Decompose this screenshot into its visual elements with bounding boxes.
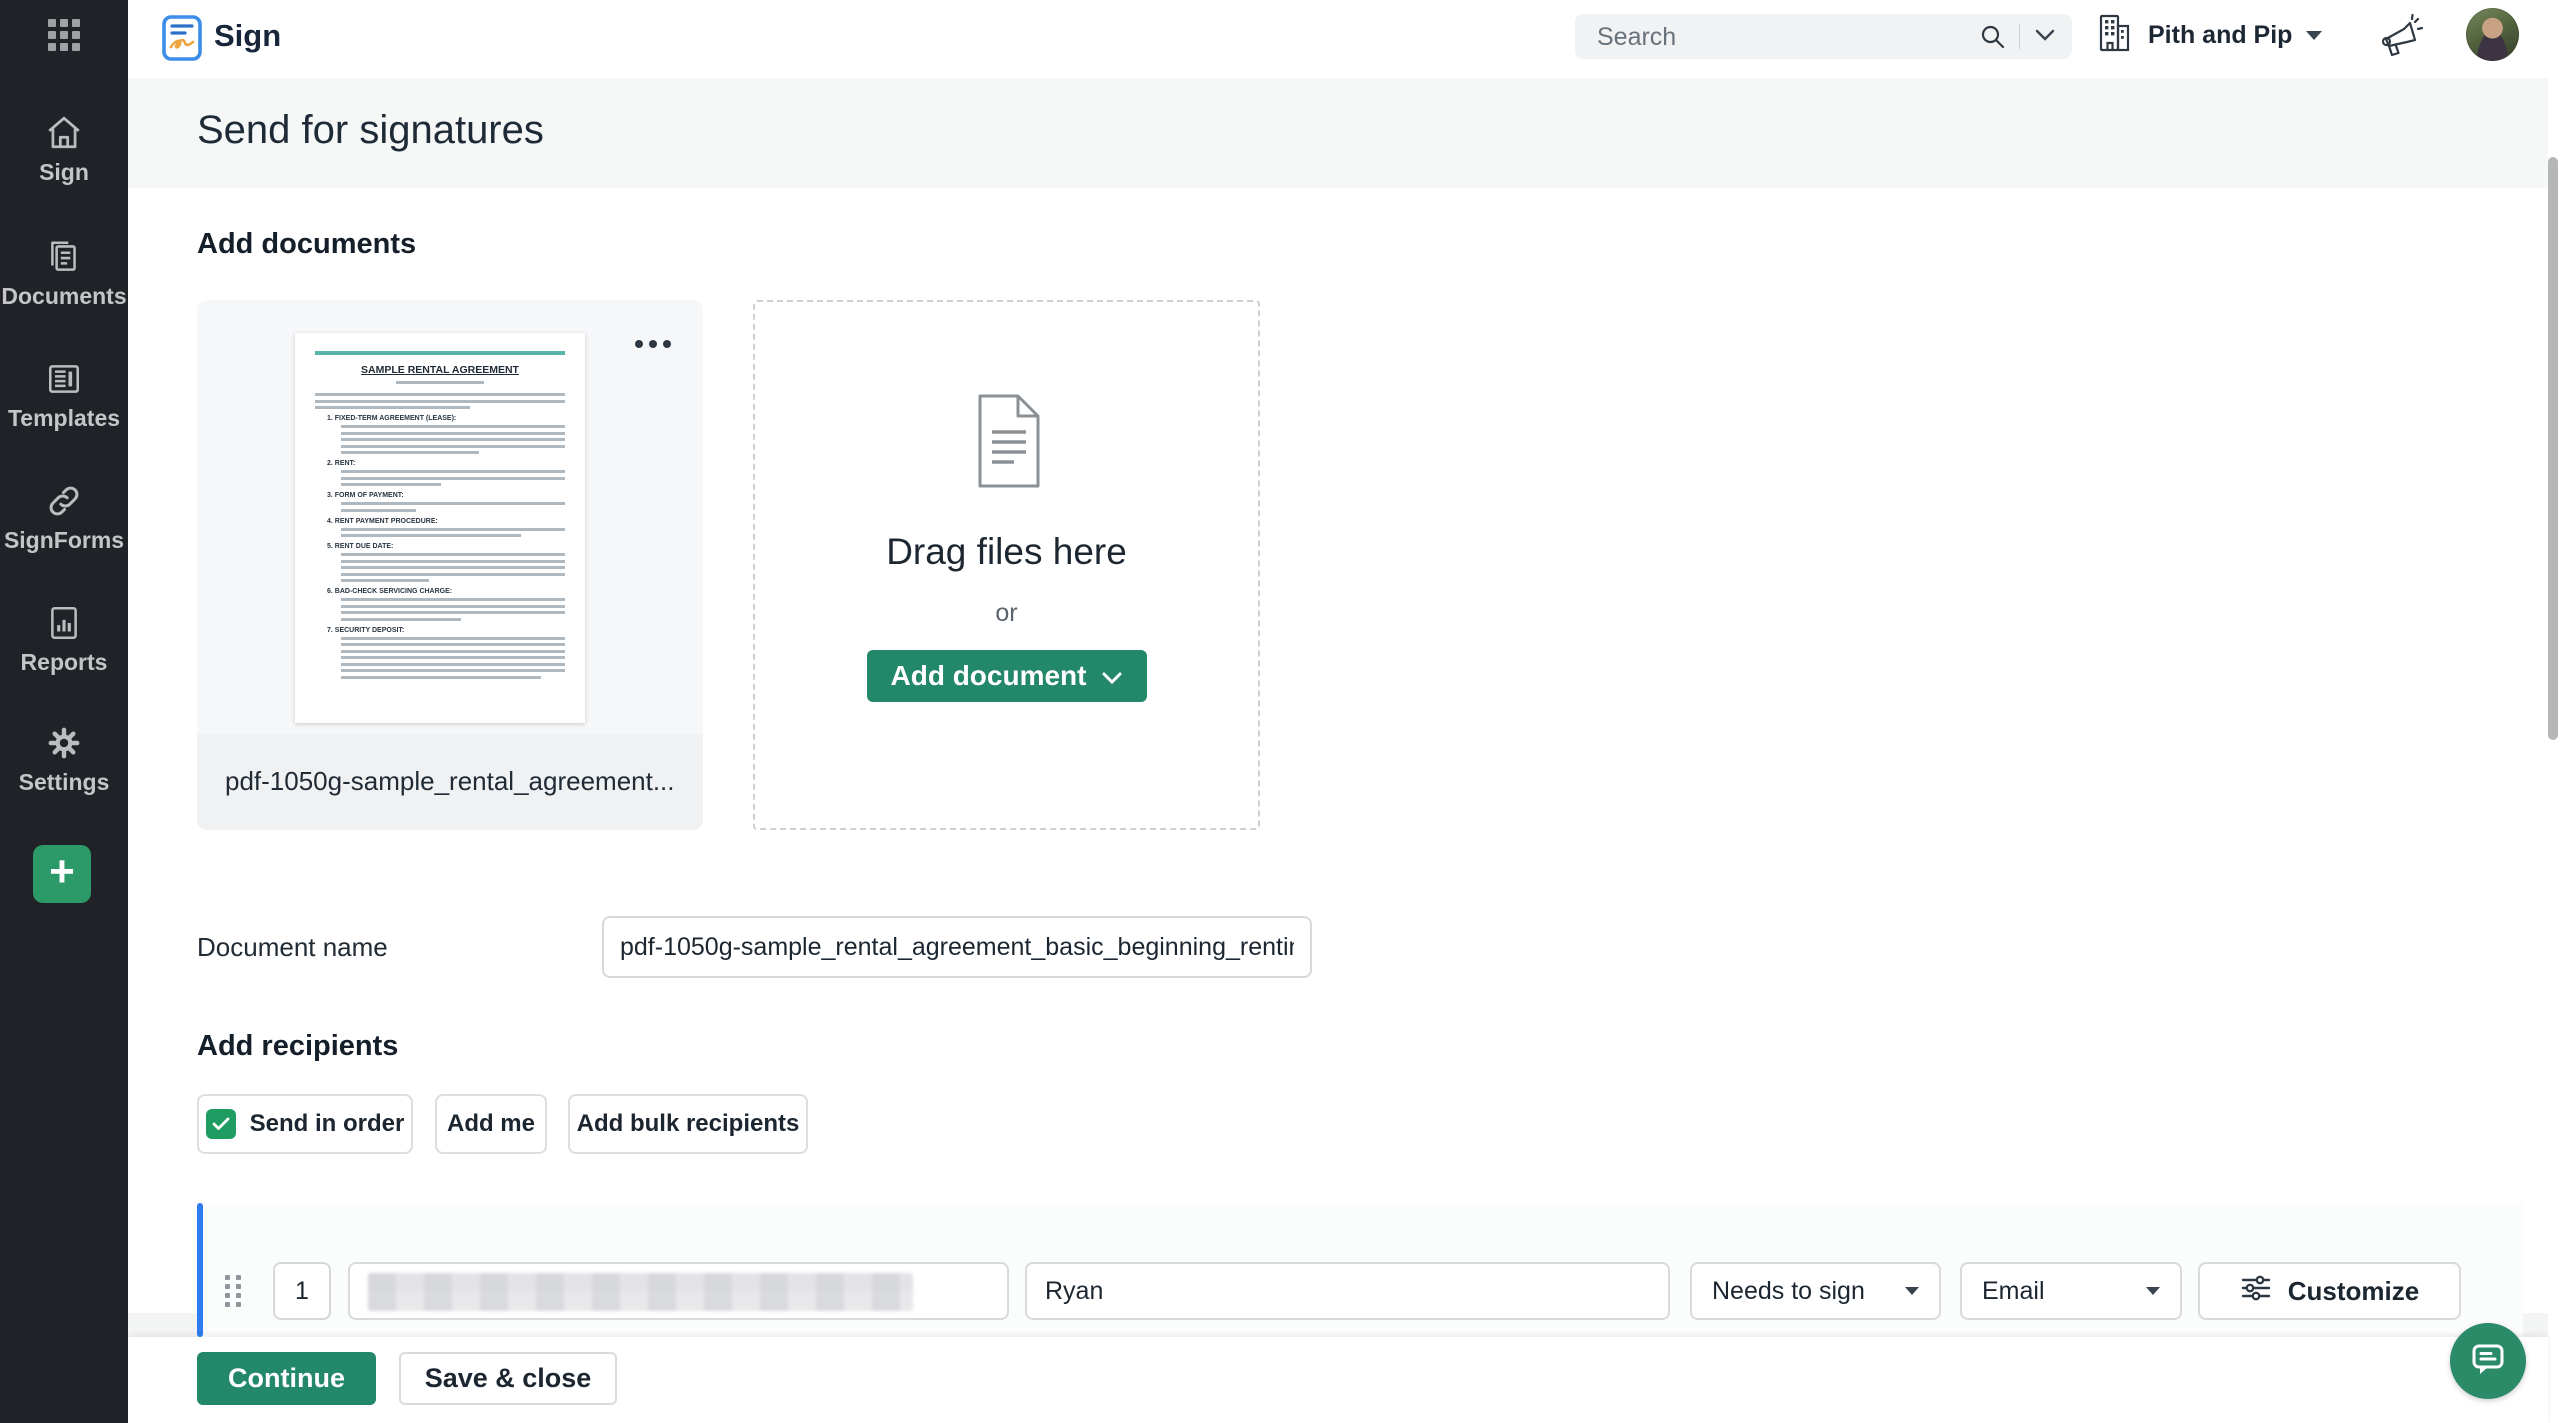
document-outline-icon xyxy=(962,390,1052,497)
drag-files-text: Drag files here xyxy=(886,531,1127,573)
sidebar: Sign Documents Templates xyxy=(0,0,128,1423)
recipient-name-input[interactable] xyxy=(1025,1262,1670,1320)
templates-icon xyxy=(0,360,128,398)
role-caret-icon xyxy=(1905,1287,1919,1295)
chevron-down-icon xyxy=(1101,660,1123,692)
preview-section: 1. FIXED-TERM AGREEMENT (LEASE): xyxy=(315,415,565,454)
add-document-label: Add document xyxy=(891,660,1087,692)
drag-handle-icon[interactable] xyxy=(225,1269,247,1313)
create-new-button[interactable]: + xyxy=(33,845,91,903)
add-documents-heading: Add documents xyxy=(197,228,416,261)
preview-teal-rule xyxy=(315,351,565,355)
send-in-order-toggle[interactable]: Send in order xyxy=(197,1094,413,1154)
document-menu-icon[interactable] xyxy=(629,334,677,354)
preview-section: 5. RENT DUE DATE: xyxy=(315,543,565,582)
sidebar-item-label: Templates xyxy=(0,405,128,432)
sidebar-item-label: Reports xyxy=(0,649,128,676)
document-preview: SAMPLE RENTAL AGREEMENT 1. FIXED-TERM AG… xyxy=(295,333,585,723)
add-bulk-recipients-label: Add bulk recipients xyxy=(577,1110,800,1138)
user-avatar[interactable] xyxy=(2466,8,2519,61)
zoho-sign-app: Sign Documents Templates xyxy=(0,0,2560,1423)
search-divider xyxy=(2019,24,2020,49)
document-name-input[interactable] xyxy=(602,916,1312,978)
org-name: Pith and Pip xyxy=(2148,21,2292,50)
report-chart-icon xyxy=(0,604,128,642)
documents-icon xyxy=(0,238,128,276)
org-selector[interactable]: Pith and Pip xyxy=(2094,12,2322,59)
recipient-order-box[interactable]: 1 xyxy=(273,1262,331,1320)
page-header: Send for signatures xyxy=(128,78,2548,188)
recipient-delivery-select[interactable]: Email xyxy=(1960,1262,2182,1320)
recipient-role-select[interactable]: Needs to sign xyxy=(1690,1262,1941,1320)
add-me-button[interactable]: Add me xyxy=(435,1094,547,1154)
sign-app-logo-icon xyxy=(161,14,203,67)
preview-section: 2. RENT: xyxy=(315,460,565,486)
redacted-email xyxy=(368,1273,913,1311)
sidebar-item-sign[interactable]: Sign xyxy=(0,114,128,186)
send-in-order-label: Send in order xyxy=(250,1110,405,1138)
add-me-label: Add me xyxy=(447,1110,535,1138)
recipient-delivery-value: Email xyxy=(1982,1277,2045,1306)
org-caret-icon xyxy=(2306,31,2322,40)
topbar: Sign Search xyxy=(128,0,2560,78)
page-title: Send for signatures xyxy=(197,108,544,153)
preview-doc-title: SAMPLE RENTAL AGREEMENT xyxy=(315,364,565,376)
add-recipients-heading: Add recipients xyxy=(197,1030,398,1063)
vertical-scrollbar-thumb[interactable] xyxy=(2548,157,2558,740)
customize-button[interactable]: Customize xyxy=(2198,1262,2461,1320)
sliders-icon xyxy=(2240,1273,2272,1310)
add-document-button[interactable]: Add document xyxy=(867,650,1147,702)
recipient-row: 1 Needs to sign Email Customize xyxy=(197,1203,2523,1337)
preview-intro-lines xyxy=(315,393,565,409)
link-icon xyxy=(0,482,128,520)
preview-doc-subtitle-line xyxy=(396,381,484,384)
building-icon xyxy=(2094,12,2134,59)
continue-button[interactable]: Continue xyxy=(197,1352,376,1405)
sidebar-item-templates[interactable]: Templates xyxy=(0,360,128,432)
search-options-chevron-icon[interactable] xyxy=(2034,28,2056,47)
gear-icon xyxy=(0,724,128,762)
preview-section: 7. SECURITY DEPOSIT: xyxy=(315,627,565,679)
home-icon xyxy=(0,114,128,152)
sidebar-item-reports[interactable]: Reports xyxy=(0,604,128,676)
document-name-label: Document name xyxy=(197,932,388,963)
add-bulk-recipients-button[interactable]: Add bulk recipients xyxy=(568,1094,808,1154)
sidebar-item-label: Settings xyxy=(0,769,128,796)
recipient-email-input[interactable] xyxy=(348,1262,1009,1320)
search-icon[interactable] xyxy=(1979,23,2006,55)
chat-support-button[interactable] xyxy=(2450,1323,2526,1399)
sidebar-item-documents[interactable]: Documents xyxy=(0,238,128,310)
sidebar-item-settings[interactable]: Settings xyxy=(0,724,128,796)
document-filename: pdf-1050g-sample_rental_agreement... xyxy=(225,766,681,797)
file-dropzone[interactable]: Drag files here or Add document xyxy=(753,300,1260,830)
sidebar-item-label: SignForms xyxy=(0,527,128,554)
search-placeholder: Search xyxy=(1597,23,1676,52)
send-in-order-checkbox[interactable] xyxy=(206,1109,236,1139)
announcements-icon[interactable] xyxy=(2376,12,2426,67)
app-grid-icon[interactable] xyxy=(0,16,128,54)
chat-bubble-icon xyxy=(2468,1340,2508,1383)
preview-section: 3. FORM OF PAYMENT: xyxy=(315,492,565,512)
sidebar-item-label: Sign xyxy=(0,159,128,186)
document-filename-bar: pdf-1050g-sample_rental_agreement... xyxy=(197,734,703,830)
sidebar-item-label: Documents xyxy=(0,283,128,310)
sidebar-item-signforms[interactable]: SignForms xyxy=(0,482,128,554)
preview-section: 6. BAD-CHECK SERVICING CHARGE: xyxy=(315,588,565,621)
recipient-accent-bar xyxy=(197,1203,203,1337)
plus-icon: + xyxy=(49,850,75,894)
search-input[interactable]: Search xyxy=(1575,14,2072,59)
app-title: Sign xyxy=(214,18,281,54)
document-card: SAMPLE RENTAL AGREEMENT 1. FIXED-TERM AG… xyxy=(197,300,703,830)
customize-label: Customize xyxy=(2288,1276,2419,1307)
action-footer: Continue Save & close xyxy=(128,1337,2548,1423)
or-text: or xyxy=(995,599,1017,628)
save-and-close-button[interactable]: Save & close xyxy=(399,1352,617,1405)
recipient-role-value: Needs to sign xyxy=(1712,1277,1865,1306)
delivery-caret-icon xyxy=(2146,1287,2160,1295)
preview-section: 4. RENT PAYMENT PROCEDURE: xyxy=(315,518,565,538)
